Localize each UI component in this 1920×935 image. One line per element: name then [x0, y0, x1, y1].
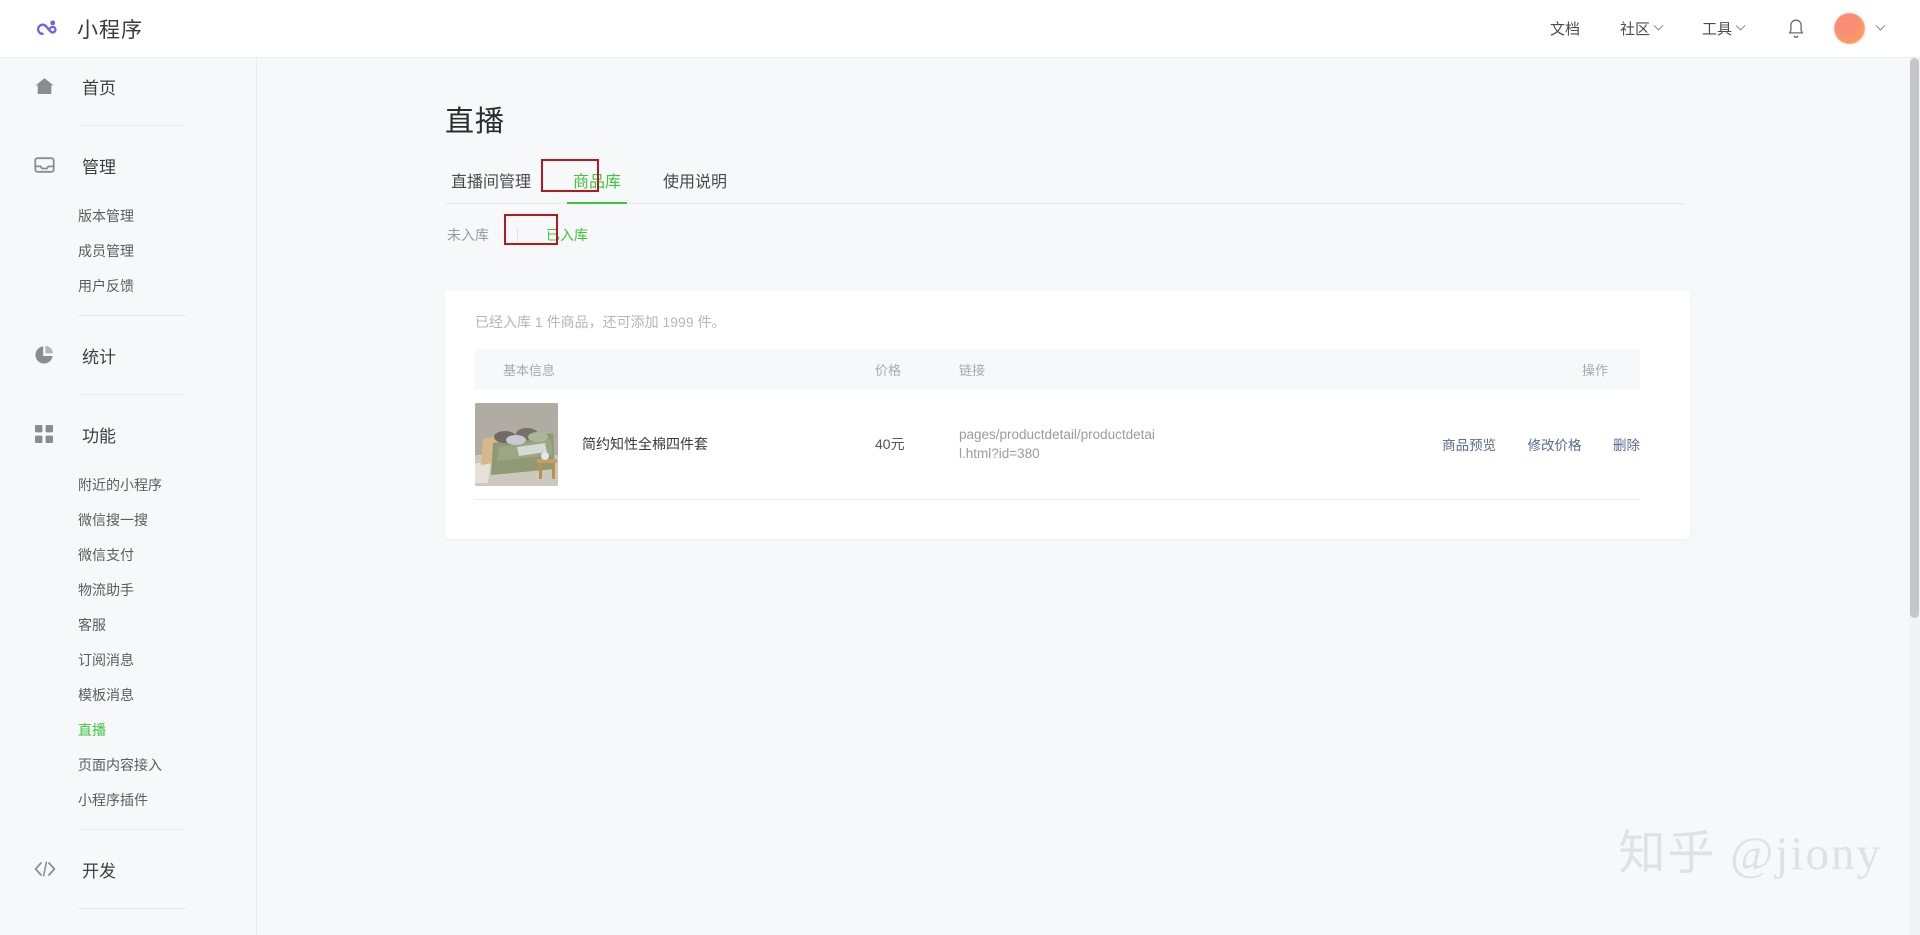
scrollbar-thumb[interactable]: [1910, 58, 1919, 618]
product-name: 简约知性全棉四件套: [582, 434, 708, 454]
cell-actions: 商品预览 修改价格 删除: [1389, 390, 1640, 499]
sidebar-item-subscribe-message[interactable]: 订阅消息: [0, 643, 256, 678]
sidebar-divider: [78, 908, 186, 909]
tab-bar: 直播间管理 商品库 使用说明: [445, 168, 1685, 204]
sidebar-item-nearby-miniprograms[interactable]: 附近的小程序: [0, 468, 256, 503]
chevron-down-icon: [1654, 21, 1664, 31]
sidebar-item-logistics-assistant[interactable]: 物流助手: [0, 573, 256, 608]
column-header-link: 链接: [959, 349, 1389, 390]
sidebar-divider: [78, 394, 186, 395]
sidebar-item-label: 统计: [82, 343, 116, 368]
sidebar-group-home: 首页: [0, 58, 256, 126]
sidebar-item-home[interactable]: 首页: [0, 58, 256, 114]
column-header-action: 操作: [1389, 349, 1640, 390]
tab-product-library[interactable]: 商品库: [567, 168, 627, 203]
sidebar-group-stats: 统计: [0, 327, 256, 395]
page-scrollbar[interactable]: [1909, 58, 1920, 935]
sidebar-item-stats[interactable]: 统计: [0, 327, 256, 383]
top-navbar: 小程序 文档 社区 工具: [0, 0, 1920, 58]
sidebar-item-label: 开发: [82, 857, 116, 882]
table-body: 简约知性全棉四件套 40元 pages/productdetail/produc…: [475, 390, 1640, 499]
column-header-basic-info: 基本信息: [475, 349, 875, 390]
sidebar-item-miniprogram-plugin[interactable]: 小程序插件: [0, 783, 256, 818]
tab-instructions[interactable]: 使用说明: [657, 168, 733, 203]
topnav-item-community[interactable]: 社区: [1600, 0, 1682, 58]
sidebar-item-manage[interactable]: 管理: [0, 137, 256, 193]
inbox-icon: [34, 156, 60, 174]
topnav-label: 工具: [1702, 18, 1732, 39]
sidebar-item-member-management[interactable]: 成员管理: [0, 234, 256, 269]
topnav-item-docs[interactable]: 文档: [1530, 0, 1600, 58]
code-icon: [34, 861, 60, 877]
tab-live-room-management[interactable]: 直播间管理: [445, 168, 537, 203]
sidebar-divider: [78, 125, 186, 126]
sidebar-item-page-content-access[interactable]: 页面内容接入: [0, 748, 256, 783]
notifications-button[interactable]: [1764, 18, 1828, 40]
sub-tab-bar: 未入库 已入库: [445, 222, 845, 248]
subtab-not-stocked[interactable]: 未入库: [445, 222, 491, 248]
sidebar: 首页 管理 版本管理 成员管理 用户反馈: [0, 58, 257, 935]
subtab-separator: [517, 228, 518, 242]
table-row: 简约知性全棉四件套 40元 pages/productdetail/produc…: [475, 390, 1640, 499]
chevron-down-icon: [1736, 21, 1746, 31]
home-icon: [34, 77, 60, 96]
sidebar-item-label: 首页: [82, 74, 116, 99]
sidebar-item-wechat-pay[interactable]: 微信支付: [0, 538, 256, 573]
sidebar-group-manage: 管理 版本管理 成员管理 用户反馈: [0, 137, 256, 316]
sidebar-item-customer-service[interactable]: 客服: [0, 608, 256, 643]
sidebar-item-wechat-search[interactable]: 微信搜一搜: [0, 503, 256, 538]
brand[interactable]: 小程序: [32, 13, 143, 44]
column-header-price: 价格: [875, 349, 959, 390]
sidebar-item-features[interactable]: 功能: [0, 406, 256, 462]
product-thumbnail-bedding[interactable]: [475, 403, 558, 486]
sidebar-item-user-feedback[interactable]: 用户反馈: [0, 269, 256, 304]
edit-price-button[interactable]: 修改价格: [1528, 438, 1582, 453]
subtab-stocked[interactable]: 已入库: [544, 222, 590, 248]
sidebar-divider: [78, 829, 186, 830]
sidebar-item-develop[interactable]: 开发: [0, 841, 256, 897]
main-content: 直播 直播间管理 商品库 使用说明 未入库 已入库 已经入库 1 件商品，还可添…: [257, 58, 1912, 935]
topnav-label: 社区: [1620, 18, 1650, 39]
avatar: [1834, 13, 1865, 44]
sidebar-group-features: 功能 附近的小程序 微信搜一搜 微信支付 物流助手 客服 订阅消息 模板消息 直…: [0, 406, 256, 830]
pie-chart-icon: [34, 345, 60, 365]
table-header-row: 基本信息 价格 链接 操作: [475, 349, 1640, 390]
sidebar-item-live[interactable]: 直播: [0, 713, 256, 748]
brand-name: 小程序: [77, 14, 143, 44]
sidebar-group-develop: 开发: [0, 841, 256, 909]
bell-icon: [1786, 18, 1806, 40]
stock-summary-text: 已经入库 1 件商品，还可添加 1999 件。: [445, 290, 1690, 332]
product-price: 40元: [875, 436, 905, 452]
sidebar-item-version-management[interactable]: 版本管理: [0, 199, 256, 234]
watermark: 知乎 @jiony: [1618, 814, 1882, 883]
page-title: 直播: [445, 98, 1912, 140]
topnav-item-tools[interactable]: 工具: [1682, 0, 1764, 58]
app-root: 小程序 文档 社区 工具: [0, 0, 1920, 935]
sidebar-item-template-message[interactable]: 模板消息: [0, 678, 256, 713]
cell-basic-info: 简约知性全棉四件套: [475, 390, 875, 499]
products-table: 基本信息 价格 链接 操作: [475, 349, 1640, 500]
cell-link: pages/productdetail/productdetail.html?i…: [959, 390, 1389, 499]
top-nav-links: 文档 社区 工具: [1530, 0, 1920, 58]
table-header: 基本信息 价格 链接 操作: [475, 349, 1640, 390]
delete-button[interactable]: 删除: [1613, 438, 1640, 453]
product-library-card: 已经入库 1 件商品，还可添加 1999 件。 基本信息 价格 链接 操作: [445, 290, 1690, 539]
cell-price: 40元: [875, 390, 959, 499]
chevron-down-icon: [1876, 21, 1886, 31]
product-preview-button[interactable]: 商品预览: [1442, 438, 1496, 453]
sidebar-divider: [78, 315, 186, 316]
sidebar-item-label: 管理: [82, 153, 116, 178]
grid-icon: [34, 424, 60, 444]
miniprogram-logo-icon: [32, 13, 63, 44]
product-link: pages/productdetail/productdetail.html?i…: [959, 425, 1159, 463]
user-menu[interactable]: [1828, 13, 1920, 44]
topnav-label: 文档: [1550, 18, 1580, 39]
sidebar-item-label: 功能: [82, 422, 116, 447]
